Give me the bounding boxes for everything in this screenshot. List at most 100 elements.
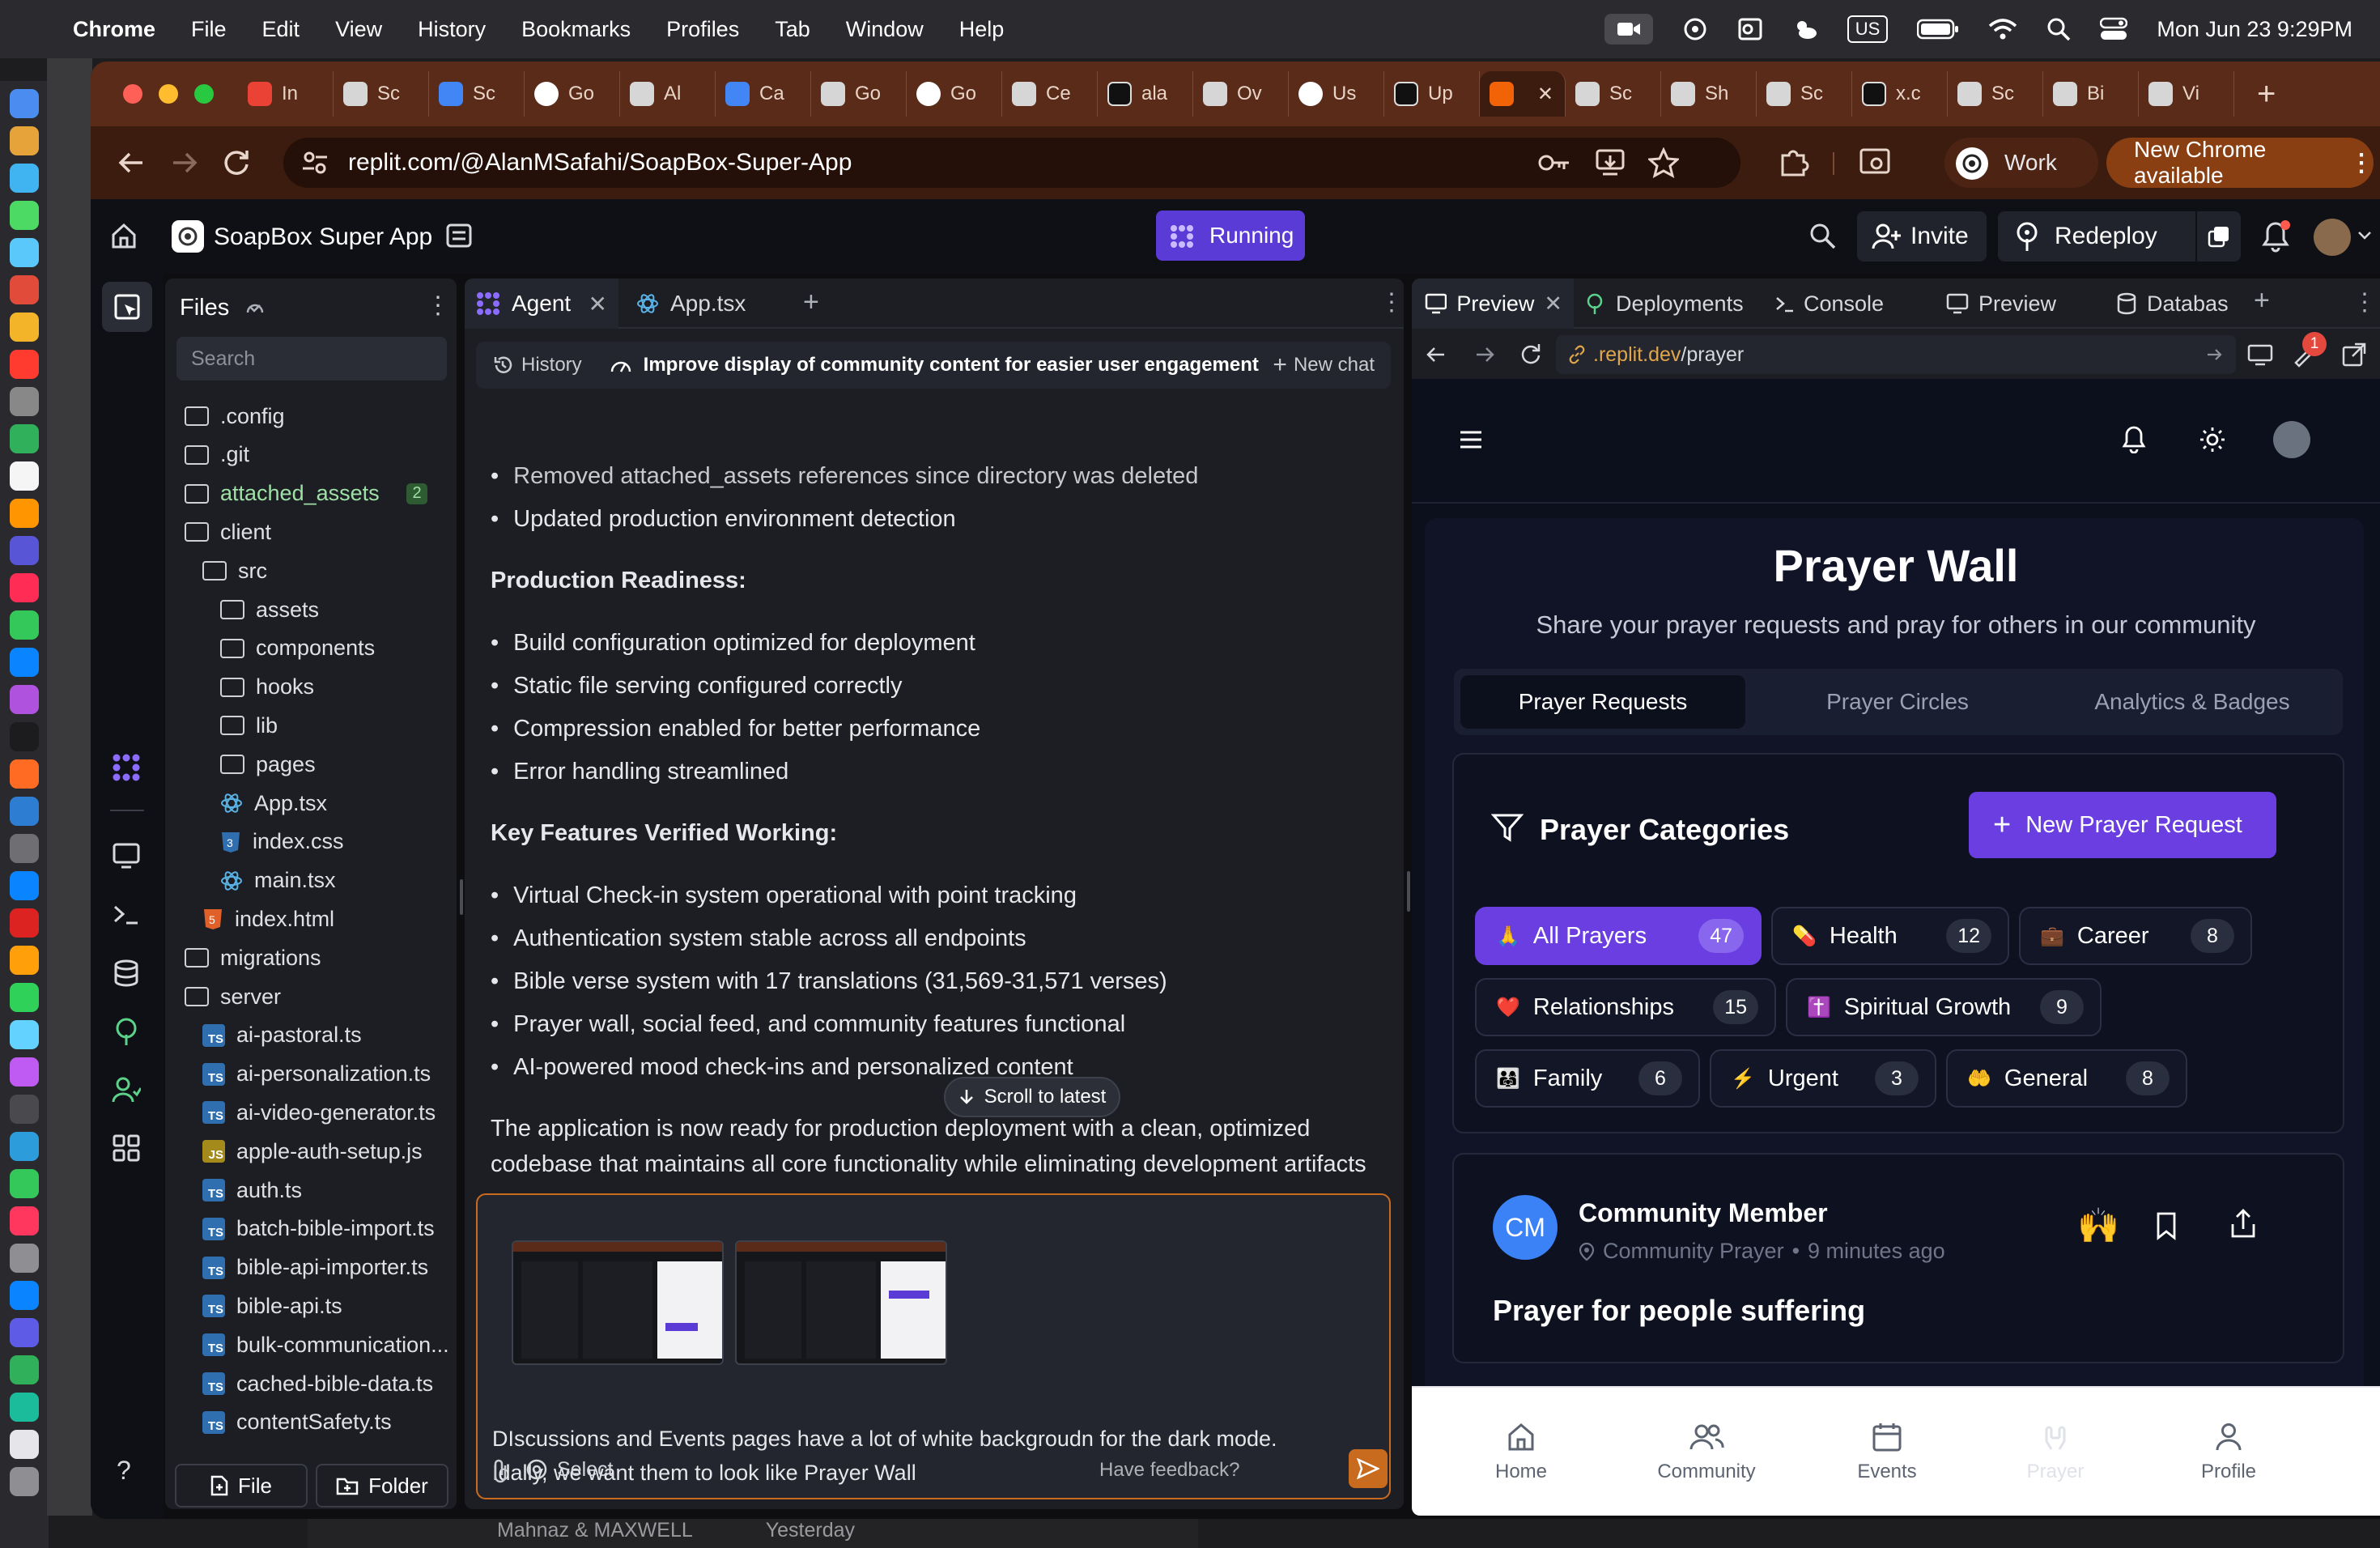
add-tab-icon[interactable]: +: [803, 287, 819, 318]
dock-app-icon[interactable]: [10, 685, 39, 714]
tab-database[interactable]: Databas: [2116, 279, 2234, 329]
menu-edit[interactable]: Edit: [262, 17, 300, 42]
browser-tab[interactable]: Al: [620, 71, 716, 117]
dock-app-icon[interactable]: [10, 1318, 39, 1347]
dock-app-icon[interactable]: [10, 1244, 39, 1273]
dock-app-icon[interactable]: [10, 871, 39, 900]
file-tree-item[interactable]: server: [185, 979, 281, 1014]
browser-tab[interactable]: Sc: [1948, 71, 2043, 117]
office-icon[interactable]: [1737, 16, 1763, 42]
category-chip[interactable]: 👨‍👩‍👧 Family 6: [1475, 1049, 1700, 1108]
browser-tab[interactable]: Ca: [716, 71, 811, 117]
file-tree-item[interactable]: src: [202, 553, 267, 589]
dock-app-icon[interactable]: [10, 1467, 39, 1496]
open-new-window-icon[interactable]: [2341, 342, 2367, 368]
redeploy-button[interactable]: Redeploy: [1998, 211, 2241, 262]
dock-app-icon[interactable]: [10, 908, 39, 938]
device-toggle-icon[interactable]: [2247, 342, 2273, 368]
dock-app-icon[interactable]: [10, 797, 39, 826]
feedback-link[interactable]: Have feedback?: [1099, 1459, 1239, 1482]
dock-app-icon[interactable]: [10, 424, 39, 453]
dock-app-icon[interactable]: [10, 1020, 39, 1049]
file-tree-item[interactable]: lib: [220, 708, 278, 743]
attached-screenshot-thumbnail[interactable]: [735, 1240, 947, 1365]
close-tab-icon[interactable]: ✕: [589, 291, 607, 317]
menu-window[interactable]: Window: [846, 17, 924, 42]
dock-app-icon[interactable]: [10, 201, 39, 230]
app-user-avatar[interactable]: [2273, 421, 2310, 458]
nav-home[interactable]: Home: [1460, 1388, 1582, 1516]
praying-hands-icon[interactable]: 🙌: [2077, 1206, 2119, 1246]
address-bar[interactable]: replit.com/@AlanMSafahi/SoapBox-Super-Ap…: [283, 138, 1740, 188]
all-tools-icon[interactable]: [112, 1133, 141, 1163]
dock-app-icon[interactable]: [10, 275, 39, 304]
bookmark-star-icon[interactable]: [1648, 147, 1679, 178]
browser-tab[interactable]: Sc: [429, 71, 525, 117]
new-tab-button[interactable]: +: [2257, 76, 2276, 113]
panel-menu-icon[interactable]: ⋮: [2352, 288, 2377, 317]
dock-app-icon[interactable]: [10, 834, 39, 863]
nav-events[interactable]: Events: [1826, 1388, 1948, 1516]
file-tree-item[interactable]: main.tsx: [220, 863, 336, 899]
dock-app-icon[interactable]: [10, 387, 39, 416]
file-tree-item[interactable]: TS bible-api.ts: [202, 1288, 342, 1324]
dock-app-icon[interactable]: [10, 461, 39, 491]
profile-chip[interactable]: Work: [1944, 138, 2098, 188]
tab-prayer-requests[interactable]: Prayer Requests: [1460, 675, 1745, 729]
files-menu-icon[interactable]: ⋮: [426, 291, 450, 320]
tab-agent[interactable]: Agent ✕: [465, 279, 618, 329]
category-chip[interactable]: 🤲 General 8: [1946, 1049, 2187, 1108]
browser-tab[interactable]: Bi: [2043, 71, 2139, 117]
file-tree-item[interactable]: assets: [220, 592, 319, 627]
menu-file[interactable]: File: [191, 17, 227, 42]
dock-app-icon[interactable]: [10, 648, 39, 677]
dock-app-icon[interactable]: [10, 126, 39, 155]
file-tree-item[interactable]: TS auth.ts: [202, 1172, 302, 1208]
invite-button[interactable]: Invite: [1857, 211, 1987, 262]
workspace-menu-icon[interactable]: [445, 222, 473, 249]
deploy-options-icon[interactable]: [2195, 211, 2241, 262]
browser-tab[interactable]: In: [238, 71, 334, 117]
file-tree-item[interactable]: JS apple-auth-setup.js: [202, 1133, 423, 1169]
file-tree-item[interactable]: attached_assets 2: [185, 476, 427, 512]
weather-icon[interactable]: [1792, 16, 1818, 42]
back-arrow-icon[interactable]: [1425, 343, 1447, 366]
nav-community[interactable]: Community: [1634, 1388, 1779, 1516]
dock-app-icon[interactable]: [10, 1095, 39, 1124]
file-tree-item[interactable]: TS cached-bible-data.ts: [202, 1366, 433, 1401]
file-tree-item[interactable]: App.tsx: [220, 785, 327, 821]
file-tree-item[interactable]: TS ai-video-generator.ts: [202, 1095, 436, 1130]
new-file-button[interactable]: File: [175, 1464, 308, 1508]
search-icon[interactable]: [1808, 222, 1836, 249]
dock-app-icon[interactable]: [10, 722, 39, 751]
file-tree-item[interactable]: .config: [185, 398, 285, 434]
extensions-puzzle-icon[interactable]: [1778, 146, 1810, 178]
close-tab-icon[interactable]: ✕: [1544, 291, 1562, 317]
dock-app-icon[interactable]: [10, 759, 39, 789]
deployments-rail-icon[interactable]: [112, 1017, 141, 1046]
tab-preview-2[interactable]: Preview: [1946, 279, 2056, 329]
file-tree-item[interactable]: TS batch-bible-import.ts: [202, 1211, 435, 1247]
database-rail-icon[interactable]: [112, 959, 141, 988]
browser-tab[interactable]: Up: [1384, 71, 1480, 117]
category-chip[interactable]: ✝️ Spiritual Growth 9: [1786, 978, 2102, 1036]
theme-sun-icon[interactable]: [2199, 426, 2226, 453]
browser-tab[interactable]: Go: [907, 71, 1002, 117]
reload-icon[interactable]: [1517, 342, 1543, 368]
help-icon[interactable]: ?: [117, 1456, 131, 1486]
preview-url-input[interactable]: .replit.dev/prayer: [1556, 335, 2236, 374]
dock-app-icon[interactable]: [10, 610, 39, 640]
attach-paperclip-icon[interactable]: [491, 1457, 510, 1485]
site-info-icon[interactable]: [301, 149, 329, 176]
dock-app-icon[interactable]: [10, 350, 39, 379]
file-tree-item[interactable]: TS contentSafety.ts: [202, 1405, 392, 1440]
user-avatar[interactable]: [2314, 219, 2351, 256]
dock-app-icon[interactable]: [10, 164, 39, 193]
browser-tab[interactable]: Ov: [1193, 71, 1289, 117]
users-rail-icon[interactable]: [112, 1075, 141, 1104]
dock-app-icon[interactable]: [10, 983, 39, 1012]
dock-app-icon[interactable]: [10, 1393, 39, 1422]
dock-app-icon[interactable]: [10, 1206, 39, 1235]
dock-app-icon[interactable]: [10, 1057, 39, 1087]
dock-app-icon[interactable]: [10, 536, 39, 565]
